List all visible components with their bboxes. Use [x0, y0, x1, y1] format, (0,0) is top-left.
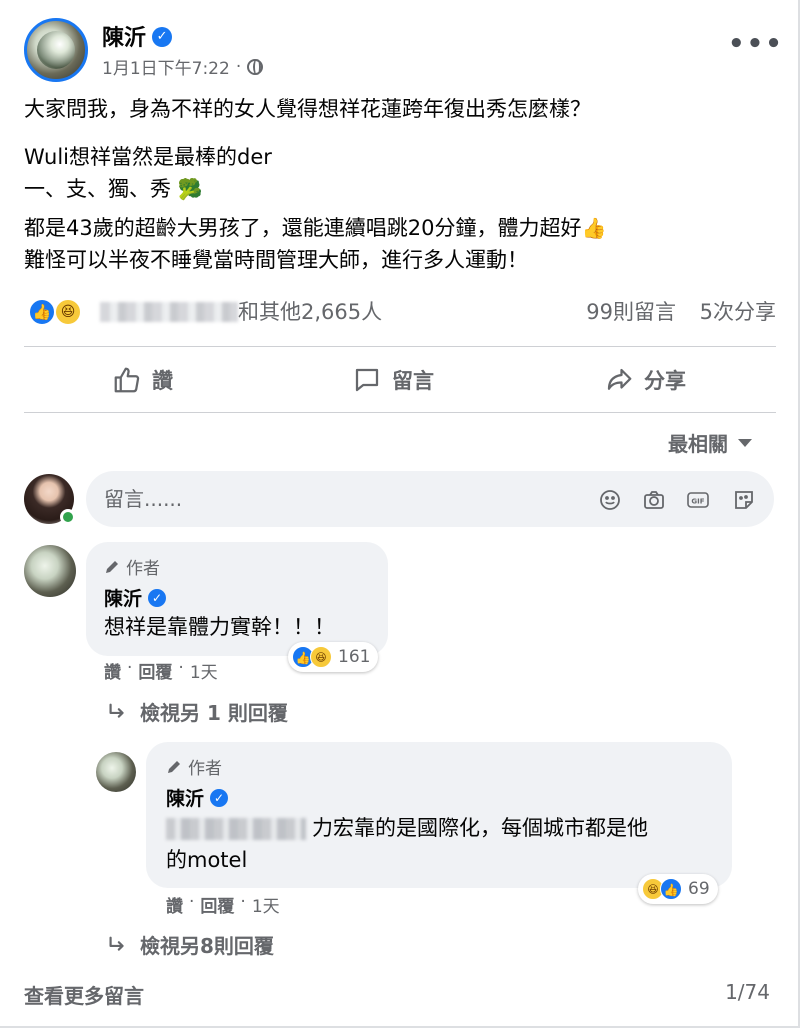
blurred-mention [166, 818, 306, 840]
comment-text-line: 力宏靠的是國際化，每個城市都是他 [312, 816, 648, 840]
post-text-line: 難怪可以半夜不睡覺當時間管理大師，進行多人運動！ [24, 248, 528, 272]
like-reaction-icon[interactable]: 👍 [28, 298, 56, 326]
separator: · [127, 658, 133, 678]
reply-arrow-icon [109, 936, 124, 951]
haha-reaction-icon: 😆 [310, 646, 332, 668]
meta-separator: · [235, 56, 242, 77]
verified-badge-icon: ✓ [148, 588, 167, 607]
comment-input[interactable] [104, 485, 484, 513]
comment-text: 想祥是靠體力實幹！！！ [104, 615, 335, 639]
comment-actions: 讚 · 回覆 · 1天 [104, 658, 218, 683]
sort-dropdown[interactable]: 最相關 [668, 428, 752, 457]
author-tag-label: 作者 [126, 559, 160, 579]
verified-badge-icon: ✓ [152, 27, 173, 47]
comment-pagination: 1/74 [725, 980, 770, 1004]
share-count[interactable]: 5次分享 [700, 296, 776, 326]
comment-reactions[interactable]: 👍 😆 161 [288, 642, 379, 672]
post-card: 陳沂 ✓ 1月1日下午7:22 · ••• 大家問我，身為不祥的女人覺得想祥花蓮跨… [0, 0, 800, 1028]
divider [24, 412, 776, 413]
like-button[interactable]: 讚 [112, 360, 173, 400]
comment-count[interactable]: 99則留言 [586, 296, 676, 326]
view-replies-label: 檢視另8則回覆 [140, 934, 274, 958]
author-name[interactable]: 陳沂 [102, 26, 146, 51]
comment-like-link[interactable]: 讚 [166, 892, 183, 917]
comment-actions: 讚 · 回覆 · 1天 [166, 892, 280, 917]
camera-icon[interactable] [642, 488, 666, 512]
author-name-row[interactable]: 陳沂 ✓ [102, 20, 173, 52]
reaction-count-text[interactable]: 和其他2,665人 [238, 296, 382, 326]
comment-button[interactable]: 留言 [352, 360, 434, 400]
comment-composer[interactable]: GIF [86, 471, 774, 527]
haha-reaction-icon[interactable]: 😆 [54, 298, 82, 326]
more-options-icon[interactable]: ••• [728, 31, 784, 57]
comment-like-link[interactable]: 讚 [104, 658, 121, 683]
post-text-line: 大家問我，身為不祥的女人覺得想祥花蓮跨年復出秀怎麼樣？ [24, 97, 591, 121]
author-badge: 作者 [166, 754, 222, 779]
separator: · [178, 658, 184, 678]
svg-text:GIF: GIF [691, 498, 704, 506]
post-paragraph-3: 都是43歲的超齡大男孩了，還能連續唱跳20分鐘，體力超好👍 難怪可以半夜不睡覺當… [24, 212, 774, 276]
comment-icon [355, 368, 379, 392]
separator: · [240, 892, 246, 912]
comment-author-row[interactable]: 陳沂 ✓ [166, 784, 229, 811]
like-button-label: 讚 [152, 369, 173, 393]
pencil-icon [168, 760, 180, 773]
reactions-summary: 👍 😆 和其他2,665人 99則留言 5次分享 [24, 294, 776, 330]
verified-badge-icon: ✓ [210, 788, 229, 807]
view-more-replies-button[interactable]: 檢視另 1 則回覆 [106, 697, 288, 726]
separator: · [189, 892, 195, 912]
author-avatar[interactable] [24, 18, 88, 82]
gif-icon[interactable]: GIF [686, 488, 710, 512]
sticker-icon[interactable] [732, 488, 756, 512]
comment-author-name[interactable]: 陳沂 [166, 788, 204, 810]
comment-reactions[interactable]: 😆 👍 69 [638, 874, 718, 904]
comment-reply-link[interactable]: 回覆 [138, 658, 172, 683]
post-text-line: Wuli想祥當然是最棒的der [24, 145, 272, 169]
post-paragraph-2: Wuli想祥當然是最棒的der 一、支、獨、秀 🥦 [24, 141, 774, 205]
post-meta: 1月1日下午7:22 · [102, 54, 264, 79]
author-badge: 作者 [104, 554, 160, 579]
comment-author-row[interactable]: 陳沂 ✓ [104, 584, 167, 611]
reply-arrow-icon [109, 703, 124, 718]
caret-down-icon [738, 438, 752, 447]
thumbs-up-icon [114, 367, 140, 393]
comment-text-line: 的motel [166, 848, 248, 872]
comment-reply-link[interactable]: 回覆 [200, 892, 234, 917]
commenter-avatar[interactable] [96, 752, 136, 792]
pencil-icon [106, 560, 118, 573]
view-more-comments-link[interactable]: 查看更多留言 [24, 980, 144, 1009]
commenter-avatar[interactable] [24, 545, 76, 597]
view-more-replies-button[interactable]: 檢視另8則回覆 [106, 930, 274, 959]
post-time[interactable]: 1月1日下午7:22 [102, 54, 230, 79]
broccoli-emoji-icon: 🥦 [177, 177, 203, 201]
globe-icon [247, 58, 264, 75]
comment-author-name[interactable]: 陳沂 [104, 588, 142, 610]
online-status-icon [60, 509, 76, 525]
thumbs-up-emoji-icon: 👍 [581, 216, 607, 240]
blurred-names [100, 302, 238, 322]
reaction-count: 161 [338, 647, 371, 667]
reaction-count: 69 [688, 879, 710, 899]
comment-time[interactable]: 1天 [190, 658, 218, 683]
post-text-line: 一、支、獨、秀 [24, 177, 171, 201]
emoji-icon[interactable] [598, 488, 622, 512]
share-arrow-icon [607, 368, 632, 390]
divider [24, 346, 776, 347]
post-text-line: 都是43歲的超齡大男孩了，還能連續唱跳20分鐘，體力超好 [24, 216, 582, 240]
view-replies-label: 檢視另 1 則回覆 [140, 701, 288, 725]
author-tag-label: 作者 [188, 759, 222, 779]
comment-time[interactable]: 1天 [252, 892, 280, 917]
share-button[interactable]: 分享 [604, 360, 686, 400]
comment-text: 力宏靠的是國際化，每個城市都是他 的motel [166, 812, 726, 876]
sort-label: 最相關 [668, 432, 728, 456]
post-paragraph-1: 大家問我，身為不祥的女人覺得想祥花蓮跨年復出秀怎麼樣？ [24, 93, 774, 125]
share-button-label: 分享 [644, 369, 686, 393]
comment-button-label: 留言 [392, 369, 434, 393]
like-reaction-icon: 👍 [660, 878, 682, 900]
